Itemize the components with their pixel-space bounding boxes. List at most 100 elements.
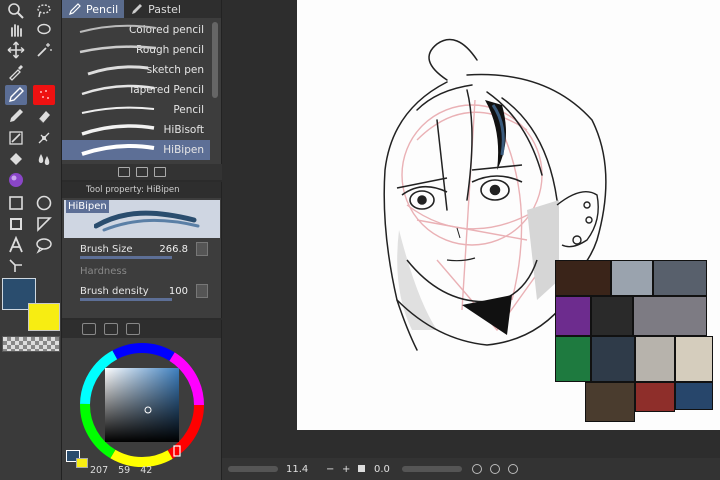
blend-tool[interactable] (33, 149, 55, 169)
rotate-left-icon[interactable] (472, 464, 482, 474)
triangle-ruler-icon (37, 217, 52, 232)
airbrush-icon (38, 132, 50, 144)
canvas-area[interactable] (222, 0, 720, 458)
eyedropper-icon (9, 65, 23, 81)
reset-rotation-icon[interactable] (508, 464, 518, 474)
sub-tool-panel: Pencil Pastel Colored pencil Rough penci… (62, 0, 222, 180)
fit-view-icon[interactable] (358, 465, 365, 472)
brush-item-tapered-pencil[interactable]: Tapered Pencil (62, 80, 210, 100)
sub-color-swatch[interactable] (28, 303, 60, 331)
status-bar: 11.4 − + 0.0 (222, 458, 720, 480)
eraser-tool[interactable] (33, 106, 55, 126)
zoom-value[interactable]: 11.4 (286, 464, 308, 475)
reference-photo[interactable] (591, 336, 635, 382)
ruler-tool[interactable] (33, 214, 55, 234)
transparent-color-swatch[interactable] (2, 336, 60, 352)
reference-photo[interactable] (653, 260, 707, 296)
brush-size-slider[interactable] (80, 256, 172, 259)
color-wheel[interactable] (72, 342, 212, 468)
color-set-tab[interactable] (126, 323, 140, 335)
canvas[interactable] (297, 0, 720, 430)
reference-photo[interactable] (675, 382, 713, 410)
duplicate-icon[interactable] (136, 167, 148, 177)
brush-tool[interactable] (5, 128, 27, 148)
water-drops-icon (38, 154, 50, 165)
reference-photo[interactable] (555, 336, 591, 382)
gradient-ball-icon (9, 173, 23, 187)
pencil-tool[interactable] (5, 106, 27, 126)
wheel-sub-color[interactable] (76, 458, 88, 468)
auto-select-tool[interactable] (33, 40, 55, 60)
brush-density-slider[interactable] (80, 298, 172, 301)
rotate-right-icon[interactable] (490, 464, 500, 474)
brush-size-dropdown[interactable] (196, 242, 208, 256)
move-layer-tool[interactable] (5, 40, 27, 60)
pencil-icon (10, 109, 23, 122)
reference-photo[interactable] (635, 382, 675, 412)
reference-photo[interactable] (591, 296, 633, 336)
frame-tool[interactable] (5, 214, 27, 234)
line-adjust-icon (9, 259, 22, 272)
decoration-tool[interactable] (33, 85, 55, 105)
brush-item-rough-pencil[interactable]: Rough pencil (62, 40, 210, 60)
reference-photo[interactable] (585, 382, 635, 422)
brush-label: HiBisoft (163, 124, 204, 136)
rectangle-tool[interactable] (5, 193, 27, 213)
hand-icon (11, 24, 22, 37)
brush-size-value[interactable]: 266.8 (159, 244, 188, 255)
stroke-preview (79, 45, 157, 54)
pen-tool[interactable] (5, 85, 27, 105)
zoom-out-button[interactable]: − (326, 464, 334, 475)
ellipse-tool[interactable] (33, 193, 55, 213)
panel-frame-icon (10, 218, 22, 230)
reference-collage[interactable] (555, 260, 720, 422)
rotate-value[interactable]: 0.0 (374, 464, 390, 475)
speech-balloon-icon (36, 238, 52, 254)
airbrush-tool[interactable] (33, 128, 55, 148)
brush-list-scrollbar[interactable] (212, 22, 218, 98)
tab-pencil[interactable]: Pencil (62, 0, 125, 18)
reference-photo[interactable] (611, 260, 653, 296)
tool-property-header: Tool property: HiBipen (62, 182, 221, 198)
rotate-slider[interactable] (402, 466, 462, 472)
brush-density-dropdown[interactable] (196, 284, 208, 298)
text-tool[interactable] (5, 235, 27, 255)
reference-photo[interactable] (555, 296, 591, 336)
brush-item-hibisoft[interactable]: HiBisoft (62, 120, 210, 140)
balloon-tool[interactable] (33, 235, 55, 255)
zoom-tool[interactable] (5, 1, 27, 21)
tool-property-panel: Tool property: HiBipen HiBipen Brush Siz… (62, 182, 222, 318)
reference-photo[interactable] (635, 336, 675, 382)
reference-photo[interactable] (555, 260, 611, 296)
brush-density-row[interactable]: Brush density 100 (62, 280, 222, 302)
brush-item-sketch-pen[interactable]: sketch pen (62, 60, 210, 80)
gradient-tool[interactable] (5, 170, 27, 190)
brush-item-hibipen[interactable]: HiBipen (62, 140, 210, 160)
reference-photo[interactable] (675, 336, 713, 382)
spray-icon (40, 90, 49, 99)
reference-photo[interactable] (633, 296, 707, 336)
download-icon[interactable] (118, 167, 130, 177)
hsv-readout: 207 59 42 (90, 465, 152, 476)
brush-size-label: Brush Size (80, 243, 133, 255)
pencil-icon (69, 3, 81, 15)
lasso-fill-tool[interactable] (33, 20, 55, 40)
eyedropper-tool[interactable] (5, 62, 27, 82)
brush-item-colored-pencil[interactable]: Colored pencil (62, 20, 210, 40)
color-wheel-tab[interactable] (82, 323, 96, 335)
brush-size-row[interactable]: Brush Size 266.8 (62, 238, 222, 260)
lasso-select-tool[interactable] (33, 1, 55, 21)
zoom-in-button[interactable]: + (342, 464, 350, 475)
trash-icon[interactable] (154, 167, 166, 177)
brush-icon (9, 131, 23, 145)
stroke-preview (81, 106, 155, 114)
hand-tool[interactable] (5, 20, 27, 40)
correct-line-tool[interactable] (5, 256, 27, 276)
tab-pastel[interactable]: Pastel (124, 0, 187, 18)
color-slider-tab[interactable] (104, 323, 118, 335)
fill-tool[interactable] (5, 149, 27, 169)
zoom-slider[interactable] (228, 466, 278, 472)
hardness-row[interactable]: Hardness (62, 260, 222, 282)
brush-density-value[interactable]: 100 (169, 286, 188, 297)
brush-item-pencil[interactable]: Pencil (62, 100, 210, 120)
